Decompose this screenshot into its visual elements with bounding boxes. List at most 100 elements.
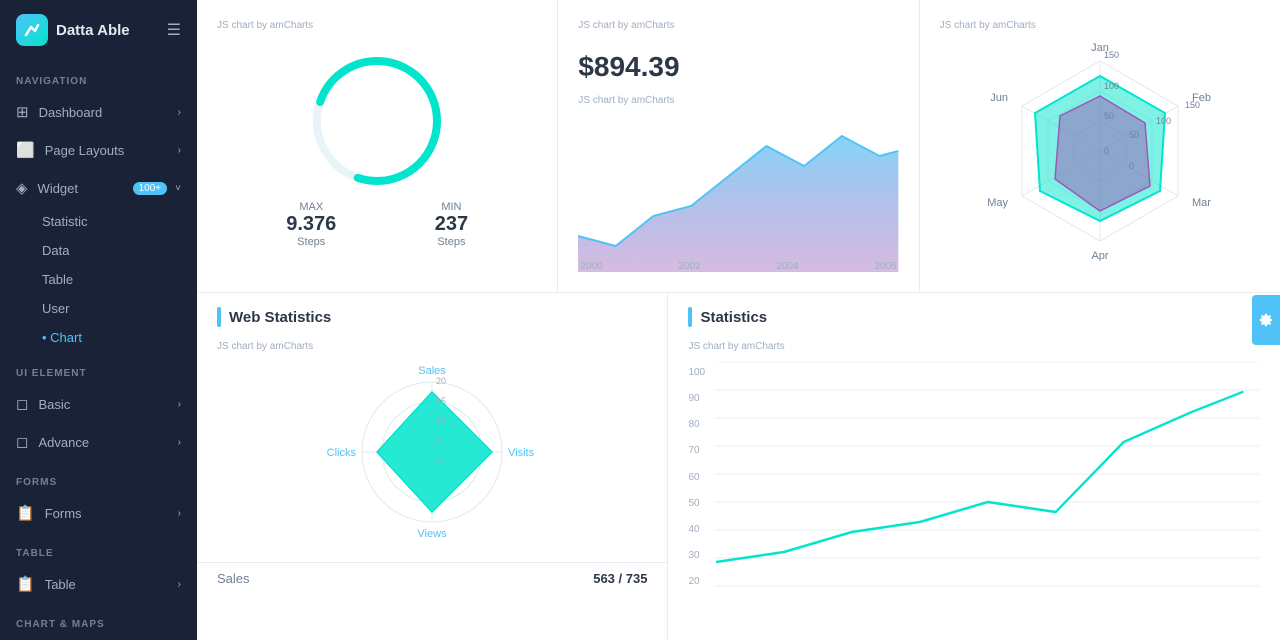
stats-chart-label: JS chart by amCharts: [688, 341, 1260, 352]
advance-label: Advance: [38, 435, 89, 450]
max-label: MAX: [286, 201, 336, 213]
sidebar-item-basic[interactable]: ◻ Basic ›: [0, 385, 197, 423]
basic-icon: ◻: [16, 395, 28, 413]
sidebar-sub-user[interactable]: User: [0, 294, 197, 323]
hamburger-icon[interactable]: ☰: [167, 20, 181, 40]
card-price: JS chart by amCharts $894.39 JS chart by…: [558, 0, 919, 292]
x-label-2004: 2004: [776, 261, 798, 272]
y-label-90: 90: [688, 393, 705, 404]
y-label-70: 70: [688, 445, 705, 456]
svg-text:150: 150: [1104, 50, 1119, 60]
svg-text:0: 0: [1104, 146, 1109, 156]
price-chart-label: JS chart by amCharts: [578, 20, 898, 31]
sidebar-sub-statistic[interactable]: Statistic: [0, 207, 197, 236]
svg-text:50: 50: [1129, 130, 1139, 140]
main-content: JS chart by amCharts MAX 9.376 Steps MIN: [197, 0, 1280, 640]
widget-arrow: ˅: [175, 183, 181, 194]
widget-label: Widget: [38, 181, 78, 196]
sidebar-sub-data[interactable]: Data: [0, 236, 197, 265]
sidebar-header: Datta Able ☰: [0, 0, 197, 60]
price-chart-area: 2000 2002 2004 2006: [578, 116, 898, 272]
dashboard-arrow: ›: [178, 107, 181, 118]
svg-text:Clicks: Clicks: [327, 447, 357, 459]
statistics-body: JS chart by amCharts 100 90 80 70 60 50 …: [668, 341, 1280, 612]
sidebar-item-table[interactable]: 📋 Table ›: [0, 565, 197, 603]
svg-text:5: 5: [436, 436, 441, 446]
sales-value: 563 / 735: [593, 571, 647, 586]
y-label-60: 60: [688, 472, 705, 483]
y-label-50: 50: [688, 498, 705, 509]
max-unit: Steps: [286, 236, 336, 248]
web-stats-body: JS chart by amCharts: [197, 341, 667, 562]
svg-text:15: 15: [436, 396, 446, 406]
svg-text:50: 50: [1104, 111, 1114, 121]
sidebar-item-forms[interactable]: 📋 Forms ›: [0, 494, 197, 532]
card-gauge: JS chart by amCharts MAX 9.376 Steps MIN: [197, 0, 558, 292]
page-layouts-label: Page Layouts: [45, 143, 125, 158]
svg-text:Apr: Apr: [1091, 250, 1108, 261]
svg-text:Views: Views: [418, 528, 448, 540]
y-label-40: 40: [688, 524, 705, 535]
sidebar-item-page-layouts[interactable]: ⬜ Page Layouts ›: [0, 131, 197, 169]
card-web-stats: Web Statistics JS chart by amCharts: [197, 292, 668, 640]
page-layouts-icon: ⬜: [16, 141, 35, 159]
radar-chart-label: JS chart by amCharts: [940, 20, 1260, 31]
gauge-min: MIN 237 Steps: [435, 201, 468, 248]
y-label-100: 100: [688, 367, 705, 378]
min-unit: Steps: [435, 236, 468, 248]
svg-text:20: 20: [436, 376, 446, 386]
svg-text:0: 0: [1129, 161, 1134, 171]
svg-text:0: 0: [436, 456, 441, 466]
web-stats-header: Web Statistics: [197, 293, 667, 341]
widget-icon: ◈: [16, 179, 28, 197]
svg-text:May: May: [987, 197, 1008, 209]
bottom-row: Web Statistics JS chart by amCharts: [197, 292, 1280, 640]
statistics-chart-area: [716, 362, 1260, 592]
gauge-max: MAX 9.376 Steps: [286, 201, 336, 248]
card-radar: JS chart by amCharts: [920, 0, 1280, 292]
svg-text:100: 100: [1156, 116, 1171, 126]
sidebar-sub-chart[interactable]: Chart: [0, 323, 197, 352]
max-value: 9.376: [286, 213, 336, 236]
page-layouts-arrow: ›: [178, 145, 181, 156]
svg-text:100: 100: [1104, 81, 1119, 91]
web-stats-chart: Sales Visits Views Clicks 20 15 10 5 0: [217, 362, 647, 542]
sidebar-sub-table[interactable]: Table: [0, 265, 197, 294]
sidebar-item-advance[interactable]: ◻ Advance ›: [0, 423, 197, 461]
sidebar-item-dashboard[interactable]: ⊞ Dashboard ›: [0, 93, 197, 131]
sales-label: Sales: [217, 571, 250, 586]
radar-container: Jan Feb Mar Apr May Jun 150 150 100 100 …: [940, 41, 1260, 261]
forms-label: Forms: [0, 461, 197, 494]
y-label-20: 20: [688, 576, 705, 587]
radar-svg: Jan Feb Mar Apr May Jun 150 150 100 100 …: [980, 41, 1220, 261]
web-stats-accent: [217, 307, 221, 327]
forms-icon: 📋: [16, 504, 35, 522]
sidebar-logo: Datta Able: [16, 14, 130, 46]
price-area-chart: [578, 116, 898, 272]
sales-row: Sales 563 / 735: [197, 562, 667, 594]
ui-element-label: UI Element: [0, 352, 197, 385]
table-icon: 📋: [16, 575, 35, 593]
web-stats-title: Web Statistics: [229, 309, 331, 326]
svg-text:150: 150: [1185, 100, 1200, 110]
advance-icon: ◻: [16, 433, 28, 451]
svg-text:Mar: Mar: [1192, 197, 1211, 209]
web-stats-chart-label: JS chart by amCharts: [217, 341, 647, 352]
dashboard-label: Dashboard: [39, 105, 103, 120]
right-settings-button[interactable]: [1252, 295, 1280, 345]
x-label-2006: 2006: [874, 261, 896, 272]
gauge-svg: [297, 41, 457, 191]
web-stats-svg: Sales Visits Views Clicks 20 15 10 5 0: [282, 362, 582, 542]
table-label: Table: [0, 532, 197, 565]
app-name: Datta Able: [56, 22, 130, 39]
statistics-accent: [688, 307, 692, 327]
price-value: $894.39: [578, 41, 898, 87]
svg-text:10: 10: [436, 416, 446, 426]
gauge-container: [217, 41, 537, 191]
price-sub-label: JS chart by amCharts: [578, 95, 898, 106]
chart-maps-label: Chart & Maps: [0, 603, 197, 636]
statistics-chart-container: 100 90 80 70 60 50 40 30 20: [688, 362, 1260, 592]
table-label-text: Table: [45, 577, 76, 592]
sidebar-item-widget[interactable]: ◈ Widget 100+ ˅: [0, 169, 197, 207]
sidebar: Datta Able ☰ Navigation ⊞ Dashboard › ⬜ …: [0, 0, 197, 640]
